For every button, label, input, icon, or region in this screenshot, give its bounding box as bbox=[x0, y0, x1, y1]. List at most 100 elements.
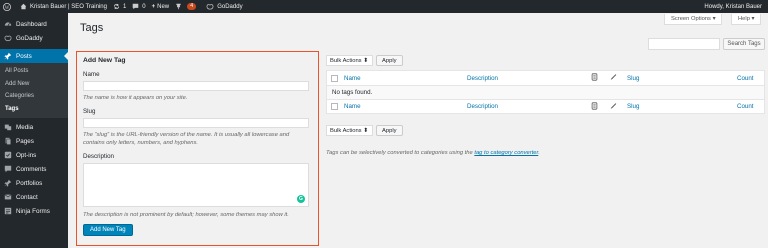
admin-bar: W Kristan Bauer | SEO Training 1 0 + New… bbox=[0, 0, 768, 13]
column-description[interactable]: Description bbox=[467, 75, 498, 82]
admin-sidebar: Dashboard GoDaddy Posts All Posts Add Ne… bbox=[0, 13, 68, 248]
sidebar-item-godaddy[interactable]: GoDaddy bbox=[0, 31, 68, 45]
converter-note-suffix: . bbox=[538, 150, 540, 156]
forms-icon bbox=[4, 207, 12, 215]
sidebar-item-ninja-forms[interactable]: Ninja Forms bbox=[0, 204, 68, 218]
seo-score-icon[interactable] bbox=[591, 101, 598, 112]
updates-link[interactable]: 1 bbox=[113, 3, 126, 10]
godaddy-link[interactable]: GoDaddy bbox=[206, 3, 243, 10]
site-name-link[interactable]: Kristan Bauer | SEO Training bbox=[20, 3, 107, 10]
pages-icon bbox=[5, 137, 12, 145]
godaddy-icon bbox=[4, 35, 12, 42]
sidebar-item-pages[interactable]: Pages bbox=[0, 134, 68, 148]
readability-icon[interactable] bbox=[610, 73, 617, 83]
add-new-tag-panel: Add New Tag Name The name is how it appe… bbox=[76, 51, 319, 246]
sidebar-item-label: Portfolios bbox=[16, 179, 43, 187]
select-all-checkbox[interactable] bbox=[331, 74, 338, 82]
converter-note-text: Tags can be selectively converted to cat… bbox=[326, 150, 475, 156]
media-icon bbox=[4, 124, 12, 131]
new-label: New bbox=[157, 3, 170, 10]
sidebar-item-comments[interactable]: Comments bbox=[0, 162, 68, 176]
name-label: Name bbox=[83, 71, 100, 78]
column-count-footer[interactable]: Count bbox=[737, 103, 754, 110]
sidebar-item-label: Posts bbox=[16, 52, 32, 60]
column-count[interactable]: Count bbox=[737, 75, 754, 82]
tag-name-input[interactable] bbox=[83, 81, 309, 91]
submenu-categories[interactable]: Categories bbox=[0, 90, 68, 103]
mail-icon bbox=[4, 194, 12, 200]
tags-table: Name Description Slug Count No tags foun… bbox=[326, 70, 765, 114]
account-menu[interactable]: Howdy, Kristan Bauer bbox=[704, 0, 762, 13]
comments-icon bbox=[4, 165, 12, 173]
apply-button[interactable]: Apply bbox=[376, 55, 403, 66]
select-all-checkbox-footer[interactable] bbox=[331, 103, 338, 110]
search-tags-input[interactable] bbox=[648, 38, 720, 50]
column-name[interactable]: Name bbox=[344, 75, 361, 82]
plugin-icon bbox=[176, 3, 181, 10]
slug-label: Slug bbox=[83, 108, 96, 115]
sidebar-item-label: Ninja Forms bbox=[16, 207, 50, 215]
tag-description-textarea[interactable]: G bbox=[83, 163, 309, 207]
submenu-all-posts[interactable]: All Posts bbox=[0, 65, 68, 78]
comments-count: 0 bbox=[142, 3, 146, 10]
submenu-tags[interactable]: Tags bbox=[0, 103, 68, 116]
converter-note: Tags can be selectively converted to cat… bbox=[326, 150, 540, 156]
wordpress-logo-icon[interactable]: W bbox=[3, 2, 14, 11]
plugin-menu[interactable]: 4 bbox=[175, 3, 197, 10]
sidebar-item-posts[interactable]: Posts bbox=[0, 49, 68, 63]
svg-text:W: W bbox=[5, 5, 10, 10]
godaddy-label: GoDaddy bbox=[217, 3, 243, 10]
sidebar-item-label: Contact bbox=[16, 193, 38, 201]
sidebar-item-label: Dashboard bbox=[16, 20, 47, 28]
grammarly-icon[interactable]: G bbox=[297, 195, 305, 203]
tablenav-top: Bulk Actions ⬍ Apply bbox=[326, 55, 403, 66]
optins-icon bbox=[4, 151, 12, 159]
screen-options-button[interactable]: Screen Options ▾ bbox=[664, 14, 723, 25]
column-name-footer[interactable]: Name bbox=[344, 103, 361, 110]
no-tags-message: No tags found. bbox=[332, 89, 373, 96]
portfolio-icon bbox=[4, 179, 12, 187]
readability-icon[interactable] bbox=[610, 102, 617, 112]
submenu-add-new[interactable]: Add New bbox=[0, 78, 68, 91]
sidebar-item-media[interactable]: Media bbox=[0, 120, 68, 134]
pin-icon bbox=[4, 52, 12, 60]
name-help-text: The name is how it appears on your site. bbox=[83, 95, 188, 101]
comment-bubble-icon bbox=[132, 3, 139, 10]
tag-slug-input[interactable] bbox=[83, 118, 309, 128]
description-help-text: The description is not prominent by defa… bbox=[83, 212, 289, 218]
column-description-footer[interactable]: Description bbox=[467, 103, 498, 110]
sidebar-item-contact[interactable]: Contact bbox=[0, 190, 68, 204]
sidebar-item-label: Opt-ins bbox=[16, 151, 37, 159]
search-tags-button[interactable]: Search Tags bbox=[723, 38, 765, 50]
plus-icon: + bbox=[151, 3, 156, 10]
column-slug-footer[interactable]: Slug bbox=[627, 103, 639, 110]
comments-link[interactable]: 0 bbox=[132, 3, 146, 10]
site-name: Kristan Bauer | SEO Training bbox=[30, 3, 107, 10]
column-slug[interactable]: Slug bbox=[627, 75, 639, 82]
sidebar-item-portfolios[interactable]: Portfolios bbox=[0, 176, 68, 190]
tablenav-bottom: Bulk Actions ⬍ Apply bbox=[326, 125, 403, 136]
page-title: Tags bbox=[80, 22, 104, 34]
dashboard-icon bbox=[4, 22, 12, 26]
bulk-actions-select-bottom[interactable]: Bulk Actions ⬍ bbox=[326, 125, 373, 136]
table-footer-row: Name Description Slug Count bbox=[327, 99, 764, 113]
howdy-text: Howdy, Kristan Bauer bbox=[704, 3, 762, 10]
sidebar-item-label: Pages bbox=[16, 137, 34, 145]
description-label: Description bbox=[83, 153, 114, 160]
add-new-tag-button[interactable]: Add New Tag bbox=[83, 224, 133, 236]
tag-category-converter-link[interactable]: tag to category converter bbox=[474, 150, 538, 156]
slug-help-text: The “slug” is the URL-friendly version o… bbox=[83, 132, 290, 146]
help-button[interactable]: Help ▾ bbox=[731, 14, 762, 25]
bulk-actions-select[interactable]: Bulk Actions ⬍ bbox=[326, 55, 373, 66]
sidebar-item-dashboard[interactable]: Dashboard bbox=[0, 17, 68, 31]
apply-button-bottom[interactable]: Apply bbox=[376, 125, 403, 136]
posts-submenu: All Posts Add New Categories Tags bbox=[0, 63, 68, 118]
current-menu-arrow bbox=[64, 52, 68, 60]
plugin-badge: 4 bbox=[187, 3, 197, 10]
updates-icon bbox=[113, 3, 119, 10]
seo-score-icon[interactable] bbox=[591, 73, 598, 83]
new-content-link[interactable]: + New bbox=[152, 4, 170, 10]
sidebar-item-label: GoDaddy bbox=[16, 34, 43, 42]
sidebar-item-optins[interactable]: Opt-ins bbox=[0, 148, 68, 162]
table-row: No tags found. bbox=[327, 85, 764, 99]
